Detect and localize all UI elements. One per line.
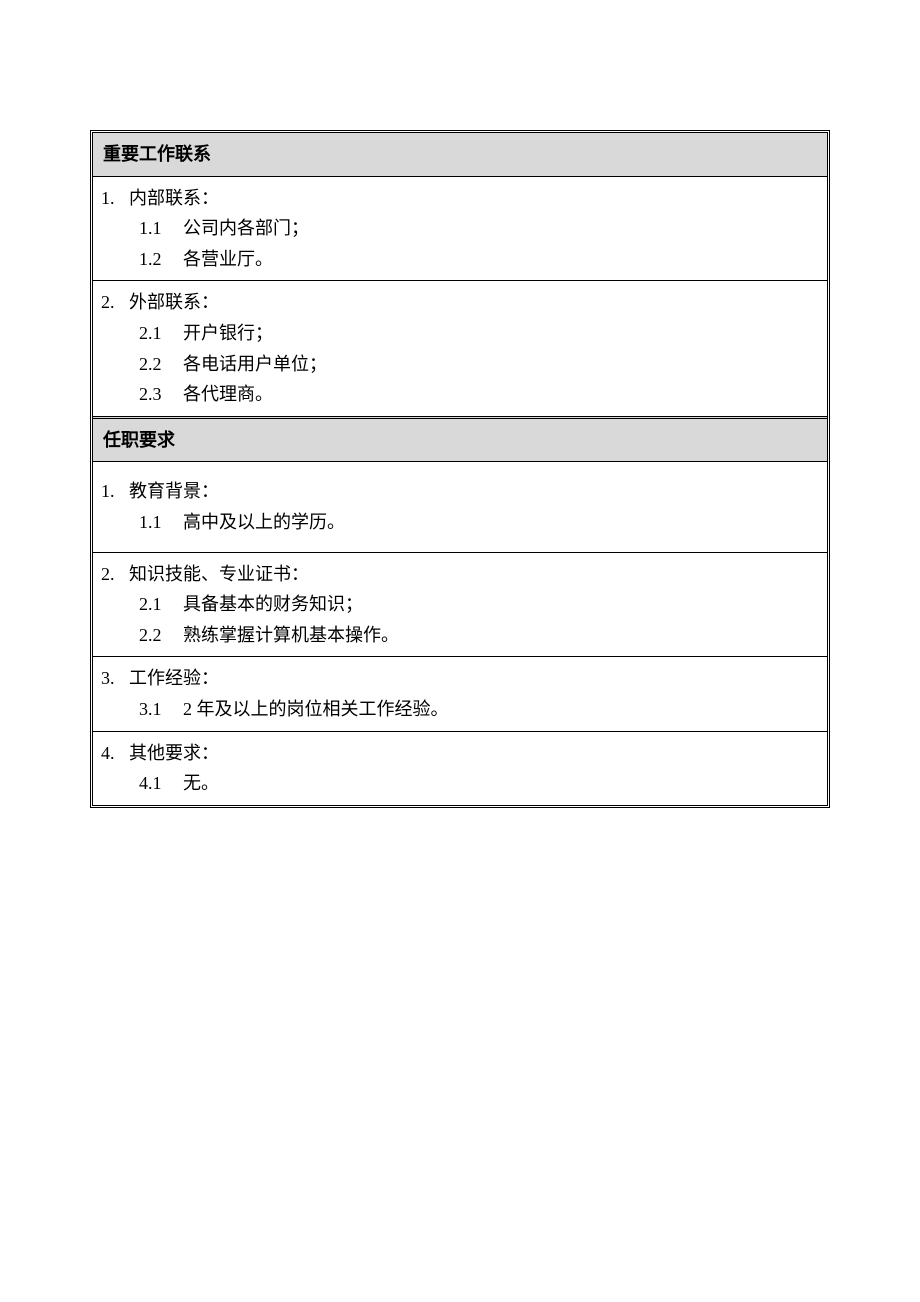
list-subitem: 2.1开户银行； xyxy=(101,318,819,349)
item-label: 内部联系： xyxy=(129,188,219,208)
list-subitem: 1.1高中及以上的学历。 xyxy=(101,507,819,538)
list-subitem: 2.2熟练掌握计算机基本操作。 xyxy=(101,620,819,651)
requirements-item-1: 1.教育背景： 1.1高中及以上的学历。 xyxy=(93,462,827,551)
contacts-item-1: 1.内部联系： 1.1公司内各部门； 1.2各营业厅。 xyxy=(93,177,827,281)
item-label: 工作经验： xyxy=(129,668,219,688)
item-label: 其他要求： xyxy=(129,743,219,763)
subitem-text: 2 年及以上的岗位相关工作经验。 xyxy=(183,699,449,719)
subitem-number: 1.2 xyxy=(139,244,183,275)
spacer xyxy=(101,468,819,476)
list-subitem: 4.1无。 xyxy=(101,768,819,799)
spacer xyxy=(101,538,819,546)
subitem-text: 各营业厅。 xyxy=(183,249,273,269)
section-header-contacts: 重要工作联系 xyxy=(93,133,827,177)
subitem-text: 公司内各部门； xyxy=(183,218,309,238)
subitem-number: 3.1 xyxy=(139,694,183,725)
contacts-item-2: 2.外部联系： 2.1开户银行； 2.2各电话用户单位； 2.3各代理商。 xyxy=(93,281,827,415)
requirements-item-2: 2.知识技能、专业证书： 2.1具备基本的财务知识； 2.2熟练掌握计算机基本操… xyxy=(93,553,827,657)
list-subitem: 3.12 年及以上的岗位相关工作经验。 xyxy=(101,694,819,725)
subitem-number: 2.2 xyxy=(139,349,183,380)
subitem-text: 熟练掌握计算机基本操作。 xyxy=(183,625,399,645)
subitem-text: 具备基本的财务知识； xyxy=(183,594,363,614)
list-item: 4.其他要求： xyxy=(101,738,819,769)
item-number: 1. xyxy=(101,476,129,507)
requirements-item-4: 4.其他要求： 4.1无。 xyxy=(93,732,827,805)
item-label: 外部联系： xyxy=(129,292,219,312)
subitem-text: 高中及以上的学历。 xyxy=(183,512,345,532)
list-subitem: 2.2各电话用户单位； xyxy=(101,349,819,380)
list-subitem: 1.1公司内各部门； xyxy=(101,213,819,244)
item-number: 2. xyxy=(101,559,129,590)
item-number: 2. xyxy=(101,287,129,318)
section-title: 重要工作联系 xyxy=(103,144,211,164)
item-number: 4. xyxy=(101,738,129,769)
item-label: 知识技能、专业证书： xyxy=(129,564,309,584)
subitem-text: 各电话用户单位； xyxy=(183,354,327,374)
subitem-number: 2.2 xyxy=(139,620,183,651)
item-label: 教育背景： xyxy=(129,481,219,501)
subitem-number: 1.1 xyxy=(139,213,183,244)
subitem-number: 2.1 xyxy=(139,589,183,620)
list-item: 3.工作经验： xyxy=(101,663,819,694)
section-title: 任职要求 xyxy=(103,430,175,450)
subitem-number: 1.1 xyxy=(139,507,183,538)
item-number: 3. xyxy=(101,663,129,694)
list-subitem: 2.3各代理商。 xyxy=(101,379,819,410)
requirements-item-3: 3.工作经验： 3.12 年及以上的岗位相关工作经验。 xyxy=(93,657,827,730)
list-subitem: 2.1具备基本的财务知识； xyxy=(101,589,819,620)
subitem-text: 无。 xyxy=(183,773,219,793)
section-header-requirements: 任职要求 xyxy=(93,416,827,463)
subitem-text: 各代理商。 xyxy=(183,384,273,404)
list-subitem: 1.2各营业厅。 xyxy=(101,244,819,275)
list-item: 1.内部联系： xyxy=(101,183,819,214)
list-item: 1.教育背景： xyxy=(101,476,819,507)
subitem-number: 4.1 xyxy=(139,768,183,799)
list-item: 2.知识技能、专业证书： xyxy=(101,559,819,590)
subitem-number: 2.1 xyxy=(139,318,183,349)
list-item: 2.外部联系： xyxy=(101,287,819,318)
item-number: 1. xyxy=(101,183,129,214)
document-frame: 重要工作联系 1.内部联系： 1.1公司内各部门； 1.2各营业厅。 2.外部联… xyxy=(90,130,830,808)
subitem-text: 开户银行； xyxy=(183,323,273,343)
subitem-number: 2.3 xyxy=(139,379,183,410)
